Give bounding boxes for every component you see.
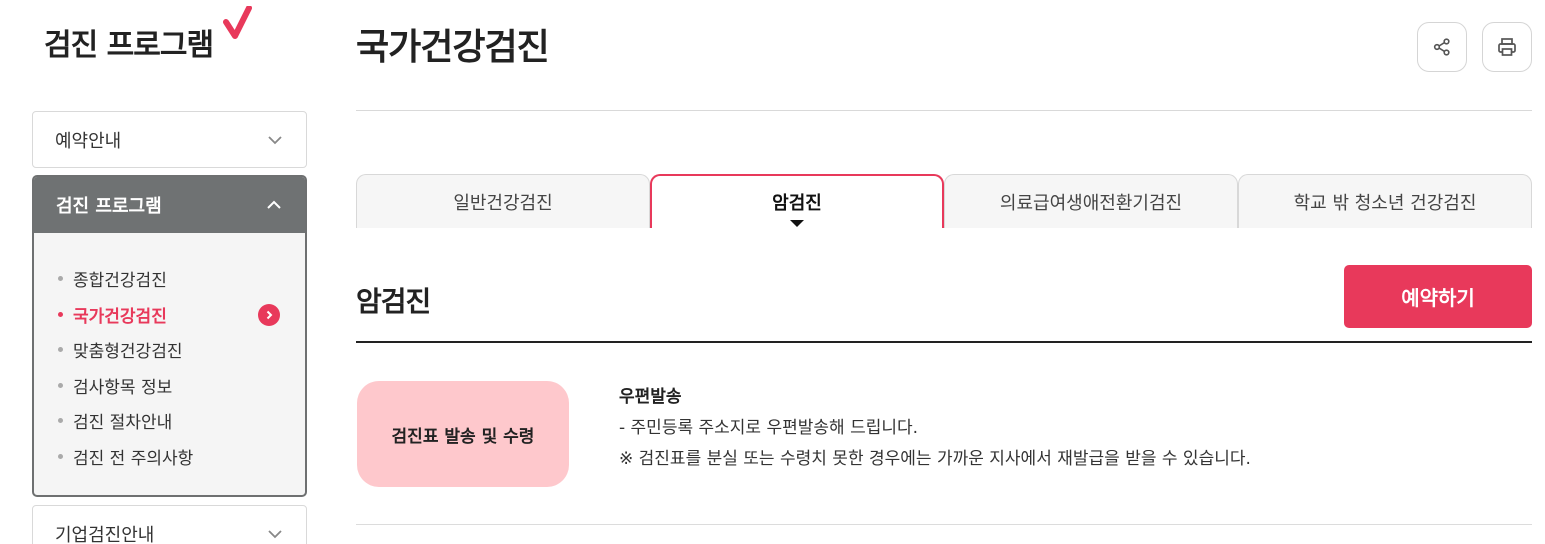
sidebar-item-label: 종합건강검진 — [73, 271, 167, 292]
sidebar-item-test-info[interactable]: 검사항목 정보 — [58, 368, 305, 404]
caret-down-icon — [790, 220, 804, 227]
tab-out-of-school-youth[interactable]: 학교 밖 청소년 건강검진 — [1238, 174, 1532, 228]
info-line: - 주민등록 주소지로 우편발송해 드립니다. — [619, 418, 919, 438]
sidebar-item-label: 검진 절차안내 — [73, 413, 173, 434]
info-block: 우편발송 - 주민등록 주소지로 우편발송해 드립니다. ※ 검진표를 분실 또… — [619, 382, 1251, 475]
arrow-right-circle-icon — [258, 303, 280, 326]
tab-general-checkup[interactable]: 일반건강검진 — [356, 174, 650, 228]
brand-title: 검진 프로그램 — [44, 6, 264, 70]
chevron-down-icon — [268, 529, 282, 538]
sidebar-item-label: 검진 전 주의사항 — [73, 448, 194, 469]
sidebar-program-header[interactable]: 검진 프로그램 — [34, 177, 305, 233]
bullet-icon — [58, 276, 63, 282]
title-divider — [356, 110, 1532, 111]
check-mark-icon — [223, 6, 252, 39]
tab-cancer-screening[interactable]: 암검진 — [650, 174, 944, 230]
print-icon — [1498, 38, 1516, 56]
bullet-icon — [58, 382, 63, 388]
sidebar-item-custom[interactable]: 맞춤형건강검진 — [58, 332, 305, 368]
section-title: 암검진 — [356, 285, 431, 318]
bullet-icon — [58, 347, 63, 353]
tab-label: 암검진 — [772, 193, 822, 214]
share-button[interactable] — [1417, 22, 1467, 72]
sidebar-item-comprehensive[interactable]: 종합건강검진 — [58, 261, 305, 297]
chevron-down-icon — [268, 135, 282, 144]
bullet-icon — [58, 311, 63, 317]
sidebar-item-precautions[interactable]: 검진 전 주의사항 — [58, 439, 305, 475]
page-title: 국가건강검진 — [356, 27, 550, 68]
sidebar-item-national[interactable]: 국가건강검진 — [58, 297, 305, 333]
sidebar-corp-header[interactable]: 기업검진안내 — [33, 506, 306, 544]
pill-label: 검진표 발송 및 수령 — [357, 381, 569, 487]
sidebar-item-label: 맞춤형건강검진 — [73, 342, 183, 363]
section-divider — [356, 341, 1532, 343]
sidebar-item-procedure[interactable]: 검진 절차안내 — [58, 403, 305, 439]
sidebar-reserve-label: 예약안내 — [55, 130, 122, 152]
info-note: ※ 검진표를 분실 또는 수령치 못한 경우에는 가까운 지사에서 재발급을 받… — [619, 449, 1251, 469]
bottom-divider — [356, 524, 1532, 525]
sidebar-corp-label: 기업검진안내 — [55, 524, 155, 544]
sidebar-sub-list: 종합건강검진 국가건강검진 맞춤형건강검진 검사항목 정보 검진 절차안내 검진… — [34, 233, 305, 474]
share-icon — [1433, 38, 1450, 56]
sidebar-item-label: 검사항목 정보 — [73, 377, 173, 398]
sidebar-program-label: 검진 프로그램 — [56, 196, 162, 217]
reserve-button[interactable]: 예약하기 — [1344, 265, 1532, 328]
bullet-icon — [58, 418, 63, 424]
brand-text: 검진 프로그램 — [44, 28, 214, 63]
sidebar-reserve-header[interactable]: 예약안내 — [33, 112, 306, 167]
tab-medical-aid-transition[interactable]: 의료급여생애전환기검진 — [944, 174, 1238, 228]
print-button[interactable] — [1482, 22, 1532, 72]
sidebar-program-menu: 검진 프로그램 종합건강검진 국가건강검진 맞춤형건강검진 검사항목 정보 검진… — [32, 175, 307, 497]
sidebar-item-label: 국가건강검진 — [73, 306, 167, 327]
bullet-icon — [58, 453, 63, 459]
chevron-up-icon — [267, 200, 281, 209]
info-heading: 우편발송 — [619, 387, 682, 407]
sidebar-corp-menu[interactable]: 기업검진안내 — [32, 505, 307, 544]
tab-bar: 일반건강검진 암검진 의료급여생애전환기검진 학교 밖 청소년 건강검진 — [356, 174, 1532, 230]
sidebar-reserve-menu[interactable]: 예약안내 — [32, 111, 307, 168]
